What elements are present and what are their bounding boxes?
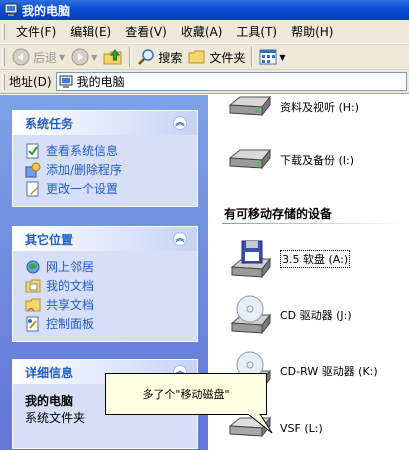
folders-button[interactable]: 文件夹 (185, 46, 248, 68)
drive-label: VSF (L:) (280, 421, 323, 435)
folders-label: 文件夹 (209, 50, 246, 65)
other-places-header[interactable]: 其它位置 ︽ (13, 227, 197, 251)
callout-pointer (248, 414, 273, 434)
place-network[interactable]: 网上邻居 (25, 257, 189, 276)
place-label: 控制面板 (46, 317, 95, 331)
folder-icon (188, 50, 205, 64)
drive-label: 资料及视听 (H:) (280, 101, 360, 114)
panel-title: 详细信息 (25, 365, 74, 380)
views-icon (259, 49, 277, 65)
my-computer-icon (59, 75, 73, 88)
chevron-down-icon[interactable]: ▼ (59, 53, 65, 62)
chevron-down-icon[interactable]: ▼ (91, 53, 97, 62)
task-label: 添加/删除程序 (46, 163, 123, 177)
menu-favorites[interactable]: 收藏(A) (174, 21, 230, 42)
callout-text: 多了个"移动磁盘" (142, 388, 230, 401)
other-places-panel: 其它位置 ︽ 网上邻居 我的文档 共享文档 控制面板 (12, 226, 198, 342)
place-label: 网上邻居 (46, 260, 95, 274)
toolbar-grip[interactable] (2, 73, 5, 90)
chevron-up-icon[interactable]: ︽ (173, 232, 187, 246)
annotation-callout: 多了个"移动磁盘" (105, 373, 267, 415)
menu-view[interactable]: 查看(V) (118, 21, 174, 42)
menu-help[interactable]: 帮助(H) (284, 21, 340, 42)
task-label: 查看系统信息 (46, 144, 119, 158)
search-label: 搜索 (158, 50, 183, 65)
window-title: 我的电脑 (22, 3, 71, 18)
drive-a[interactable]: 3.5 软盘 (A:) (226, 237, 351, 281)
menu-bar: 文件(F) 编辑(E) 查看(V) 收藏(A) 工具(T) 帮助(H) (0, 20, 409, 44)
floppy-drive-icon (230, 240, 272, 279)
standard-toolbar: 后退 ▼ ▼ 搜索 文件夹 ▼ (0, 44, 409, 70)
forward-button[interactable]: ▼ (68, 46, 100, 68)
documents-folder-icon (25, 279, 41, 292)
chevron-up-icon[interactable]: ︽ (173, 116, 187, 130)
toolbar-separator (129, 47, 132, 67)
system-tasks-panel: 系统任务 ︽ 查看系统信息 添加/删除程序 更改一个设置 (12, 110, 198, 207)
place-control-panel[interactable]: 控制面板 (25, 314, 189, 333)
drive-label: CD 驱动器 (J:) (280, 309, 352, 322)
drive-label: CD-RW 驱动器 (K:) (280, 365, 378, 378)
menu-tools[interactable]: 工具(T) (229, 21, 284, 42)
search-button[interactable]: 搜索 (134, 46, 185, 68)
search-icon (138, 49, 155, 65)
drive-j[interactable]: CD 驱动器 (J:) (226, 293, 352, 337)
task-view-system-info[interactable]: 查看系统信息 (25, 141, 189, 160)
hard-drive-icon (228, 95, 272, 117)
address-value: 我的电脑 (76, 75, 125, 89)
views-button[interactable]: ▼ (256, 47, 288, 67)
network-icon (26, 260, 40, 273)
control-panel-icon (26, 316, 39, 331)
drive-label: 3.5 软盘 (A:) (280, 250, 351, 268)
task-change-setting[interactable]: 更改一个设置 (25, 179, 189, 198)
my-computer-icon (4, 3, 18, 16)
address-label: 地址(D) (9, 75, 52, 89)
group-divider (222, 223, 402, 224)
place-label: 我的文档 (46, 279, 95, 293)
back-arrow-icon (12, 48, 30, 66)
place-my-documents[interactable]: 我的文档 (25, 276, 189, 295)
shared-folder-icon (25, 298, 41, 311)
place-shared-documents[interactable]: 共享文档 (25, 295, 189, 314)
task-add-remove-programs[interactable]: 添加/删除程序 (25, 160, 189, 179)
cd-drive-icon (230, 295, 272, 335)
menu-edit[interactable]: 编辑(E) (63, 21, 118, 42)
hard-drive-icon (228, 148, 272, 170)
system-info-icon (26, 143, 39, 158)
menu-file[interactable]: 文件(F) (9, 21, 63, 42)
panel-title: 其它位置 (25, 232, 74, 247)
change-setting-icon (26, 181, 39, 196)
add-remove-programs-icon (25, 162, 41, 177)
chevron-down-icon[interactable]: ▼ (279, 53, 285, 62)
up-folder-icon (103, 49, 122, 65)
drive-label: 下载及备份 (I:) (280, 154, 355, 167)
drive-h[interactable]: 资料及视听 (H:) (226, 85, 359, 129)
toolbar-separator (251, 47, 254, 67)
group-header-removable: 有可移动存储的设备 (224, 207, 333, 221)
toolbar-grip[interactable] (2, 23, 5, 40)
toolbar-grip[interactable] (2, 48, 5, 66)
drive-i[interactable]: 下载及备份 (I:) (226, 138, 354, 182)
forward-arrow-icon (71, 48, 89, 66)
place-label: 共享文档 (46, 298, 95, 312)
back-button[interactable]: 后退 ▼ (9, 46, 68, 68)
back-label: 后退 (33, 50, 58, 65)
title-bar: 我的电脑 (0, 0, 409, 20)
task-label: 更改一个设置 (46, 182, 119, 196)
up-folder-button[interactable] (100, 46, 126, 68)
panel-title: 系统任务 (25, 116, 74, 131)
system-tasks-header[interactable]: 系统任务 ︽ (13, 111, 197, 135)
